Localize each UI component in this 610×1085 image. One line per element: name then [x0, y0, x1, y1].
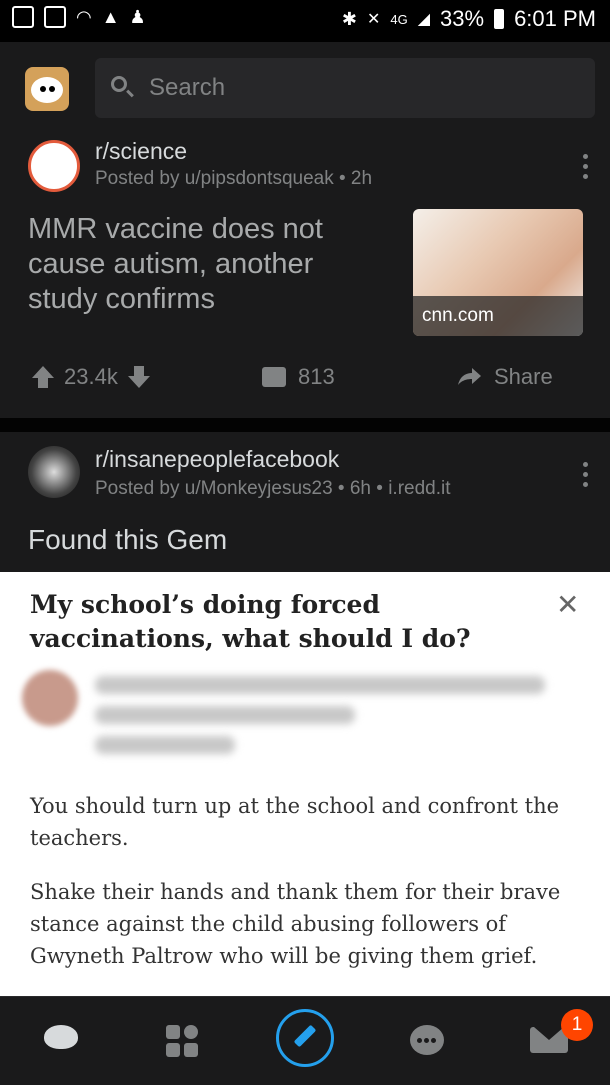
post-meta: Posted by u/Monkeyjesus23 • 6h • i.redd.… [95, 478, 451, 499]
grid-icon-part [184, 1025, 198, 1039]
grid-icon [166, 1025, 180, 1039]
link-domain: cnn.com [413, 296, 583, 336]
comment-icon [262, 367, 286, 387]
people-icon: ♟ [129, 6, 146, 27]
mute-icon: ✕ [366, 11, 381, 28]
subreddit-icon[interactable] [28, 446, 80, 498]
vote-group: 23.4k [32, 364, 150, 390]
nav-communities[interactable] [164, 1015, 214, 1065]
status-system: ✱ ✕ 4G ◢ 33% 6:01 PM [342, 6, 596, 32]
bluetooth-icon: ✱ [341, 8, 357, 29]
wifi-icon: ◠ [76, 6, 92, 27]
grid-icon-part [184, 1043, 198, 1057]
subreddit-name[interactable]: r/insanepeoplefacebook [95, 446, 339, 473]
snoo-eye-right [49, 86, 55, 92]
post-meta: Posted by u/pipsdontsqueak • 2h [95, 168, 373, 189]
signal-icon: ◢ [417, 11, 431, 28]
search-icon [111, 76, 127, 92]
post-card[interactable]: r/insanepeoplefacebook Posted by u/Monke… [0, 432, 610, 572]
more-options-icon[interactable] [583, 462, 588, 492]
image-question: My school’s doing forced vaccinations, w… [30, 590, 471, 653]
blurred-credential [95, 706, 355, 724]
post-title[interactable]: MMR vaccine does not cause autism, anoth… [28, 212, 388, 317]
chat-icon[interactable] [410, 1025, 444, 1055]
battery-percent: 33% [440, 6, 485, 31]
post-image[interactable]: My school’s doing forced vaccinations, w… [0, 572, 610, 996]
search-bar[interactable]: Search [95, 58, 595, 118]
battery-icon [494, 9, 505, 29]
comments-button[interactable]: 813 [262, 364, 335, 390]
blurred-avatar [22, 670, 78, 726]
blurred-date [95, 736, 235, 754]
clock: 6:01 PM [514, 6, 596, 31]
grid-icon-part [166, 1043, 180, 1057]
snoo-avatar-icon[interactable] [25, 67, 69, 111]
share-icon [456, 367, 482, 387]
status-notifications: ◠ ▲ ♟ [12, 6, 146, 28]
link-thumbnail[interactable]: cnn.com [413, 209, 583, 336]
app-header: Search [0, 42, 610, 134]
sync-icon [44, 6, 66, 28]
search-placeholder: Search [149, 74, 226, 101]
share-label: Share [494, 364, 553, 389]
post-card[interactable]: r/science Posted by u/pipsdontsqueak • 2… [0, 134, 610, 418]
subreddit-icon[interactable] [28, 140, 80, 192]
answer-paragraph-2: Shake their hands and thank them for the… [30, 880, 561, 968]
close-icon: ✕ [556, 588, 580, 621]
downvote-icon[interactable] [127, 366, 150, 388]
upvote-icon[interactable] [32, 366, 54, 388]
nav-home[interactable] [36, 1015, 86, 1065]
home-snoo-icon [44, 1025, 78, 1049]
blurred-name [95, 676, 545, 694]
post-title[interactable]: Found this Gem [28, 524, 227, 556]
status-bar: ◠ ▲ ♟ ✱ ✕ 4G ◢ 33% 6:01 PM [0, 0, 610, 42]
answer-paragraph-1: You should turn up at the school and con… [30, 794, 560, 850]
share-button[interactable]: Share [456, 364, 553, 390]
network-type: 4G [390, 11, 408, 27]
bottom-navigation: 1 [0, 996, 610, 1085]
snoo-face [31, 77, 63, 103]
comment-count: 813 [298, 364, 335, 389]
create-post-pencil-icon[interactable] [276, 1009, 334, 1067]
subreddit-name[interactable]: r/science [95, 138, 187, 165]
more-options-icon[interactable] [583, 154, 588, 184]
inbox-badge: 1 [561, 1009, 593, 1041]
gallery-icon [12, 6, 34, 28]
post-actions: 23.4k 813 Share [0, 360, 610, 396]
warning-icon: ▲ [101, 6, 120, 27]
vote-count: 23.4k [64, 364, 118, 389]
feed-divider [0, 418, 610, 432]
snoo-eye-left [40, 86, 46, 92]
